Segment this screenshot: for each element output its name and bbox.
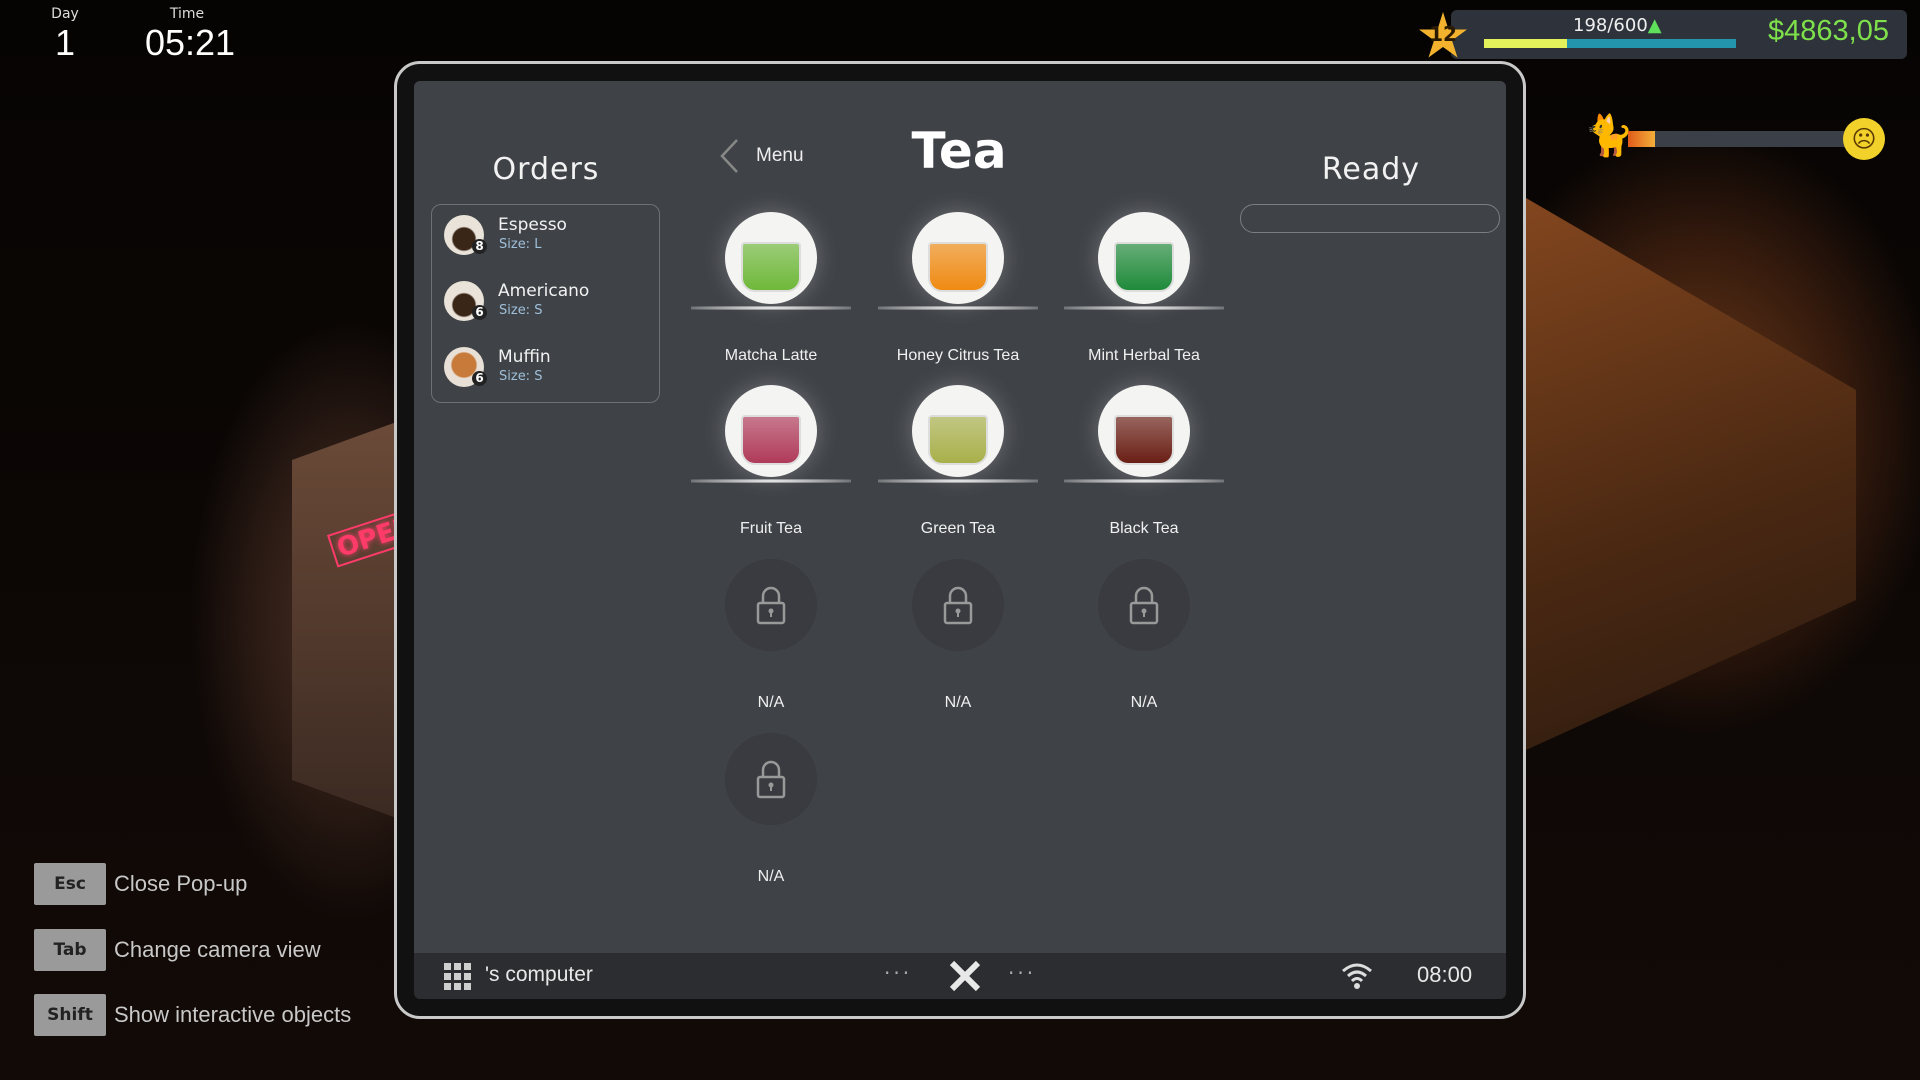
- item-name: Honey Citrus Tea: [896, 347, 1020, 364]
- item-name: N/A: [757, 694, 785, 711]
- menu-item[interactable]: Matcha Latte: [681, 212, 861, 372]
- locked-menu-item: N/A: [681, 559, 861, 719]
- shelf-glow: [1064, 479, 1224, 483]
- taskbar: 's computer ··· ··· 08:00: [414, 953, 1506, 999]
- lock-icon: [1129, 586, 1159, 625]
- lock-icon: [756, 586, 786, 625]
- dots-left-icon: ···: [884, 961, 913, 985]
- back-to-menu-button[interactable]: Menu: [718, 138, 804, 174]
- order-size: Size: L: [499, 237, 542, 252]
- item-thumbnail[interactable]: [1098, 385, 1190, 477]
- drink-image: [928, 415, 988, 465]
- mood-bar: [1628, 131, 1850, 147]
- item-name: N/A: [944, 694, 972, 711]
- time-value: 05:21: [144, 22, 236, 63]
- item-thumbnail: [912, 559, 1004, 651]
- order-quantity: 6: [472, 305, 487, 320]
- order-name: Espesso: [498, 215, 567, 235]
- menu-item[interactable]: Honey Citrus Tea: [868, 212, 1048, 372]
- key-cap: Shift: [34, 994, 106, 1036]
- orders-list: 8 Espesso Size: L 6 Americano Size: S 6 …: [431, 204, 660, 403]
- order-quantity: 6: [472, 371, 487, 386]
- item-name: Matcha Latte: [724, 347, 818, 364]
- mood-bar-fill: [1628, 131, 1655, 147]
- order-size: Size: S: [499, 303, 543, 318]
- shelf-glow: [878, 306, 1038, 310]
- item-thumbnail: [1098, 559, 1190, 651]
- order-item[interactable]: 6 Americano Size: S: [444, 275, 654, 325]
- item-name: Green Tea: [920, 520, 996, 537]
- order-item[interactable]: 6 Muffin Size: S: [444, 341, 654, 391]
- order-item[interactable]: 8 Espesso Size: L: [444, 209, 654, 259]
- item-name: Black Tea: [1109, 520, 1179, 537]
- apps-grid-icon[interactable]: [444, 963, 472, 991]
- locked-menu-item: N/A: [868, 559, 1048, 719]
- drink-image: [1114, 415, 1174, 465]
- keyhint-label: Change camera view: [114, 937, 321, 962]
- menu-item[interactable]: Mint Herbal Tea: [1054, 212, 1234, 372]
- day-label: Day: [51, 6, 79, 22]
- keyhint-tab: Tab Change camera view: [34, 929, 321, 971]
- drink-image: [1114, 242, 1174, 292]
- item-thumbnail: [725, 733, 817, 825]
- shelf-glow: [878, 479, 1038, 483]
- shelf-glow: [691, 479, 851, 483]
- xp-value: 198/600: [1573, 15, 1648, 36]
- xp-bar: [1484, 39, 1736, 48]
- order-quantity: 8: [472, 239, 487, 254]
- back-label: Menu: [756, 145, 804, 166]
- ready-title: Ready: [1321, 152, 1421, 187]
- xp-text: 198/600▲: [1573, 15, 1662, 36]
- drink-image: [741, 415, 801, 465]
- taskbar-clock: 08:00: [1417, 962, 1473, 987]
- locked-menu-item: N/A: [681, 733, 861, 893]
- time-label: Time: [169, 6, 205, 22]
- item-thumbnail: [725, 559, 817, 651]
- order-name: Muffin: [498, 347, 551, 367]
- keyhint-shift: Shift Show interactive objects: [34, 994, 351, 1036]
- cat-icon: 🐈: [1584, 113, 1634, 159]
- shelf-glow: [691, 306, 851, 310]
- wifi-icon: [1342, 963, 1372, 989]
- item-thumbnail[interactable]: [912, 385, 1004, 477]
- page-title: Tea: [911, 122, 1007, 180]
- locked-menu-item: N/A: [1054, 559, 1234, 719]
- arrow-up-icon: ▲: [1647, 15, 1662, 36]
- item-name: N/A: [1130, 694, 1158, 711]
- ready-slot: [1240, 204, 1500, 233]
- level-value: 12: [1429, 22, 1457, 46]
- computer-owner-label: 's computer: [485, 963, 593, 986]
- keyhint-esc: Esc Close Pop-up: [34, 863, 247, 905]
- lock-icon: [756, 760, 786, 799]
- menu-item[interactable]: Black Tea: [1054, 385, 1234, 545]
- chevron-left-icon: [720, 139, 738, 173]
- item-thumbnail[interactable]: [725, 385, 817, 477]
- drink-image: [741, 242, 801, 292]
- order-size: Size: S: [499, 369, 543, 384]
- orders-title: Orders: [492, 152, 600, 187]
- menu-item[interactable]: Fruit Tea: [681, 385, 861, 545]
- shelf-glow: [1064, 306, 1224, 310]
- menu-item[interactable]: Green Tea: [868, 385, 1048, 545]
- item-thumbnail[interactable]: [725, 212, 817, 304]
- cafe-entrance-wall: [292, 420, 402, 820]
- status-hud: 198/600▲ $4863,05: [1451, 10, 1907, 59]
- item-thumbnail[interactable]: [1098, 212, 1190, 304]
- dots-right-icon: ···: [1008, 961, 1037, 985]
- money-value: $4863,05: [1768, 15, 1889, 47]
- sad-face-icon: ☹: [1843, 118, 1885, 160]
- lock-icon: [943, 586, 973, 625]
- item-name: Fruit Tea: [740, 520, 802, 537]
- xp-bar-fill: [1484, 39, 1568, 48]
- item-name: N/A: [757, 868, 785, 885]
- keyhint-label: Show interactive objects: [114, 1002, 352, 1027]
- close-icon[interactable]: [948, 959, 982, 993]
- item-thumbnail[interactable]: [912, 212, 1004, 304]
- order-name: Americano: [498, 281, 590, 301]
- keyhint-label: Close Pop-up: [114, 871, 248, 896]
- key-cap: Tab: [34, 929, 106, 971]
- item-name: Mint Herbal Tea: [1088, 347, 1200, 364]
- key-cap: Esc: [34, 863, 106, 905]
- drink-image: [928, 242, 988, 292]
